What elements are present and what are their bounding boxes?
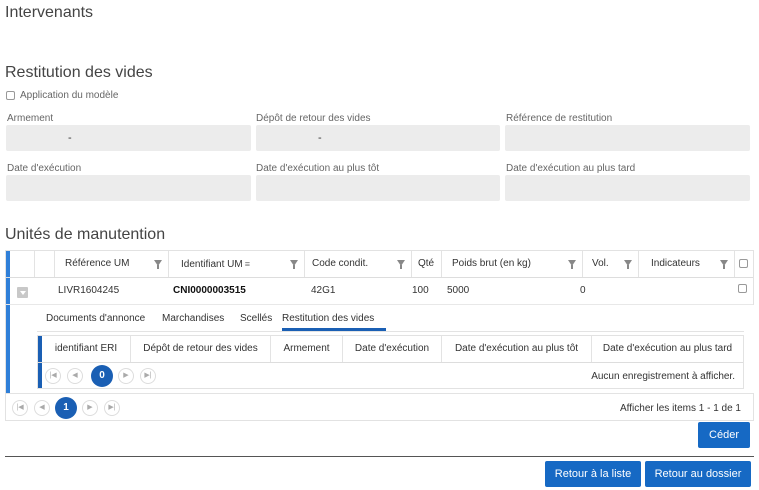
filter-icon[interactable] bbox=[290, 260, 298, 269]
col-qte-label: Qté bbox=[418, 258, 435, 269]
subcol-date-tot[interactable]: Date d'exécution au plus tôt bbox=[441, 336, 591, 362]
row-expand-icon[interactable] bbox=[17, 287, 28, 298]
table-row[interactable]: LIVR1604245 CNI0000003515 42G1 100 5000 … bbox=[6, 278, 753, 305]
col-identifiant-um-label: Identifiant UM bbox=[181, 259, 243, 270]
prev-page-icon[interactable]: ◀ bbox=[34, 400, 50, 416]
subcol-depot[interactable]: Dépôt de retour des vides bbox=[130, 336, 270, 362]
date-tot-label: Date d'exécution au plus tôt bbox=[256, 163, 380, 174]
depot-field[interactable]: - bbox=[256, 125, 500, 151]
col-vol-label: Vol. bbox=[592, 258, 609, 269]
apply-model-checkbox[interactable] bbox=[6, 91, 15, 100]
retour-dossier-button[interactable]: Retour au dossier bbox=[645, 461, 751, 487]
last-page-icon[interactable]: ▶| bbox=[104, 400, 120, 416]
filter-icon[interactable] bbox=[397, 260, 405, 269]
date-tard-label: Date d'exécution au plus tard bbox=[506, 163, 636, 174]
armement-label: Armement bbox=[7, 113, 54, 124]
unites-grid: Référence UM Identifiant UM ≡ Code condit… bbox=[5, 250, 754, 421]
reference-field[interactable] bbox=[505, 125, 750, 151]
cell-reference: LIVR1604245 bbox=[58, 285, 120, 296]
subgrid-page-number[interactable]: 0 bbox=[91, 365, 113, 387]
tab-marchandises[interactable]: Marchandises bbox=[162, 313, 224, 324]
section-title-restitution: Restitution des vides bbox=[5, 64, 153, 81]
row-select-checkbox[interactable] bbox=[738, 284, 747, 293]
col-poids-brut-label: Poids brut (en kg) bbox=[452, 258, 531, 269]
tab-restitution-vides-label: Restitution des vides bbox=[282, 313, 375, 324]
depot-value: - bbox=[318, 132, 322, 144]
subgrid-next-page-icon[interactable]: ▶ bbox=[118, 368, 134, 384]
col-vol[interactable]: Vol. bbox=[582, 251, 638, 277]
cell-vol: 0 bbox=[580, 285, 586, 296]
armement-field[interactable]: - bbox=[6, 125, 251, 151]
subgrid-first-page-icon[interactable]: |◀ bbox=[45, 368, 61, 384]
date-tard-field[interactable] bbox=[505, 175, 750, 201]
section-title-unites: Unités de manutention bbox=[5, 226, 166, 243]
subcol-date-tard[interactable]: Date d'exécution au plus tard bbox=[591, 336, 743, 362]
col-indicateurs-label: Indicateurs bbox=[651, 258, 700, 269]
col-poids-brut[interactable]: Poids brut (en kg) bbox=[441, 251, 582, 277]
expand-column-header bbox=[34, 251, 54, 277]
filter-icon[interactable] bbox=[154, 260, 162, 269]
subcol-date-exec[interactable]: Date d'exécution bbox=[342, 336, 441, 362]
cell-poids: 5000 bbox=[447, 285, 470, 296]
cell-qte: 100 bbox=[412, 285, 429, 296]
subcol-identifiant-eri[interactable]: identifiant ERI bbox=[42, 336, 130, 362]
filter-icon[interactable] bbox=[568, 260, 576, 269]
subgrid-last-page-icon[interactable]: ▶| bbox=[140, 368, 156, 384]
restitution-subgrid: identifiant ERI Dépôt de retour des vide… bbox=[37, 335, 744, 389]
filter-icon[interactable] bbox=[720, 260, 728, 269]
date-exec-field[interactable] bbox=[6, 175, 251, 201]
depot-label: Dépôt de retour des vides bbox=[256, 113, 371, 124]
ceder-button[interactable]: Céder bbox=[698, 422, 750, 448]
date-tot-field[interactable] bbox=[256, 175, 500, 201]
sort-icon[interactable]: ≡ bbox=[245, 259, 250, 269]
first-page-icon[interactable]: |◀ bbox=[12, 400, 28, 416]
subgrid-header: identifiant ERI Dépôt de retour des vide… bbox=[38, 336, 743, 363]
col-code-condit-label: Code condit. bbox=[312, 258, 369, 269]
subgrid-empty-message: Aucun enregistrement à afficher. bbox=[591, 371, 735, 382]
page-number[interactable]: 1 bbox=[55, 397, 77, 419]
subcol-armement[interactable]: Armement bbox=[270, 336, 342, 362]
retour-liste-button[interactable]: Retour à la liste bbox=[545, 461, 641, 487]
tab-scelles[interactable]: Scellés bbox=[240, 313, 272, 324]
next-page-icon[interactable]: ▶ bbox=[82, 400, 98, 416]
cell-identifiant: CNI0000003515 bbox=[173, 285, 246, 296]
col-select bbox=[734, 251, 753, 277]
grid-header: Référence UM Identifiant UM ≡ Code condit… bbox=[6, 251, 753, 278]
tab-restitution-vides[interactable]: Restitution des vides bbox=[282, 313, 386, 331]
col-indicateurs[interactable]: Indicateurs bbox=[638, 251, 734, 277]
armement-value: - bbox=[68, 132, 72, 144]
col-qte[interactable]: Qté bbox=[411, 251, 441, 277]
select-all-checkbox[interactable] bbox=[739, 259, 748, 268]
subgrid-prev-page-icon[interactable]: ◀ bbox=[67, 368, 83, 384]
col-reference-um[interactable]: Référence UM bbox=[54, 251, 168, 277]
detail-panel: Documents d'annonce Marchandises Scellés… bbox=[10, 305, 754, 393]
apply-model-label: Application du modèle bbox=[20, 90, 119, 101]
date-exec-label: Date d'exécution bbox=[7, 163, 82, 174]
pager-divider bbox=[6, 393, 753, 394]
col-code-condit[interactable]: Code condit. bbox=[304, 251, 411, 277]
reference-label: Référence de restitution bbox=[506, 113, 613, 124]
col-identifiant-um[interactable]: Identifiant UM ≡ bbox=[168, 251, 304, 277]
section-title-intervenants: Intervenants bbox=[5, 4, 94, 21]
cell-code: 42G1 bbox=[311, 285, 336, 296]
col-reference-um-label: Référence UM bbox=[65, 258, 130, 269]
tab-divider bbox=[37, 331, 744, 332]
tab-documents-annonce[interactable]: Documents d'annonce bbox=[46, 313, 145, 324]
filter-icon[interactable] bbox=[624, 260, 632, 269]
items-info: Afficher les items 1 - 1 de 1 bbox=[620, 403, 741, 414]
footer-divider bbox=[5, 456, 754, 457]
